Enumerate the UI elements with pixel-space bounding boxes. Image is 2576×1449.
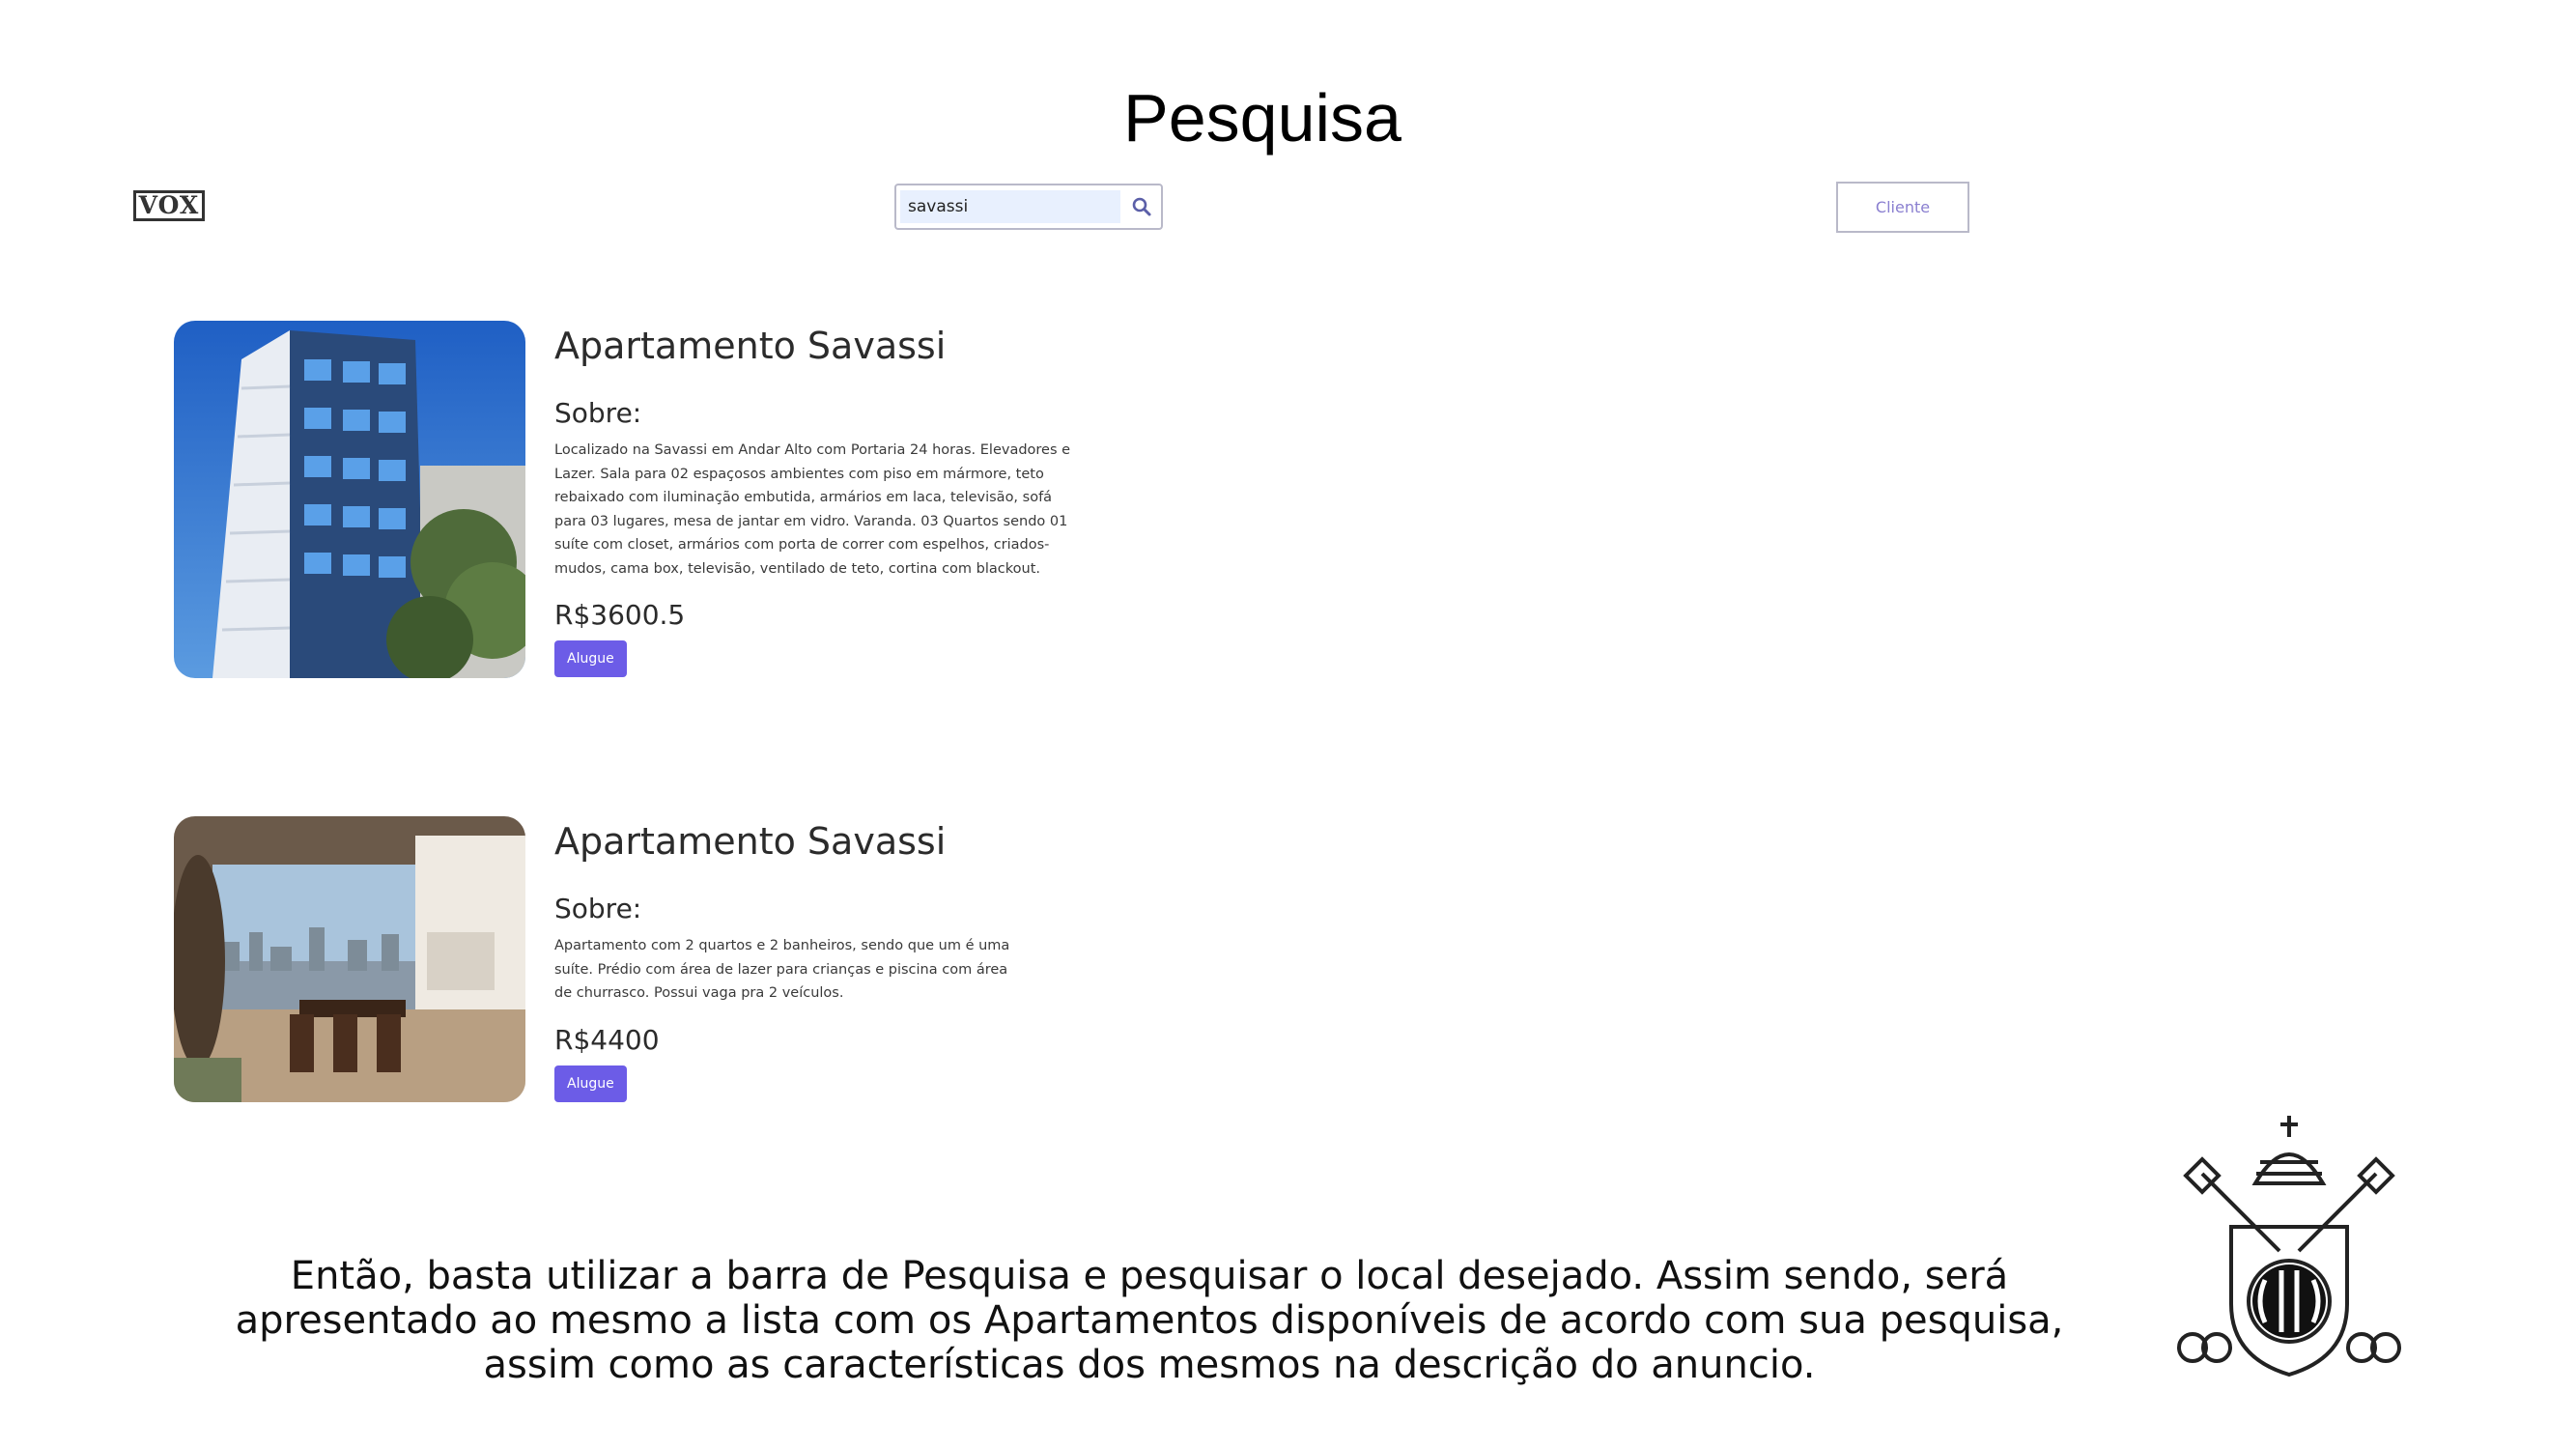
apartment-building-photo[interactable]: [174, 321, 525, 678]
listing-info: Apartamento Savassi Sobre: Apartamento c…: [554, 816, 1269, 1102]
slide-caption: Então, basta utilizar a barra de Pesquis…: [235, 1254, 2064, 1387]
listing-description: Apartamento com 2 quartos e 2 banheiros,…: [554, 938, 1010, 1001]
search-bar[interactable]: [894, 184, 1163, 230]
listing-title[interactable]: Apartamento Savassi: [554, 323, 1269, 369]
listing-title[interactable]: Apartamento Savassi: [554, 818, 1269, 865]
rent-button[interactable]: Alugue: [554, 640, 627, 677]
search-input[interactable]: [900, 190, 1120, 223]
about-label: Sobre:: [554, 397, 642, 429]
search-icon[interactable]: [1130, 195, 1153, 218]
apartment-interior-photo[interactable]: [174, 816, 525, 1102]
listing-description: Localizado na Savassi em Andar Alto com …: [554, 442, 1071, 577]
slide-title: Pesquisa: [1123, 80, 1401, 156]
cliente-button[interactable]: Cliente: [1836, 182, 1969, 233]
about-label: Sobre:: [554, 893, 642, 924]
listing-price: R$4400: [554, 1023, 660, 1056]
listing-info: Apartamento Savassi Sobre: Localizado na…: [554, 321, 1269, 677]
listing-price: R$3600.5: [554, 599, 686, 631]
rent-button[interactable]: Alugue: [554, 1065, 627, 1102]
papal-crest-logo: [2177, 1116, 2401, 1378]
vox-logo[interactable]: VOX: [133, 190, 205, 221]
